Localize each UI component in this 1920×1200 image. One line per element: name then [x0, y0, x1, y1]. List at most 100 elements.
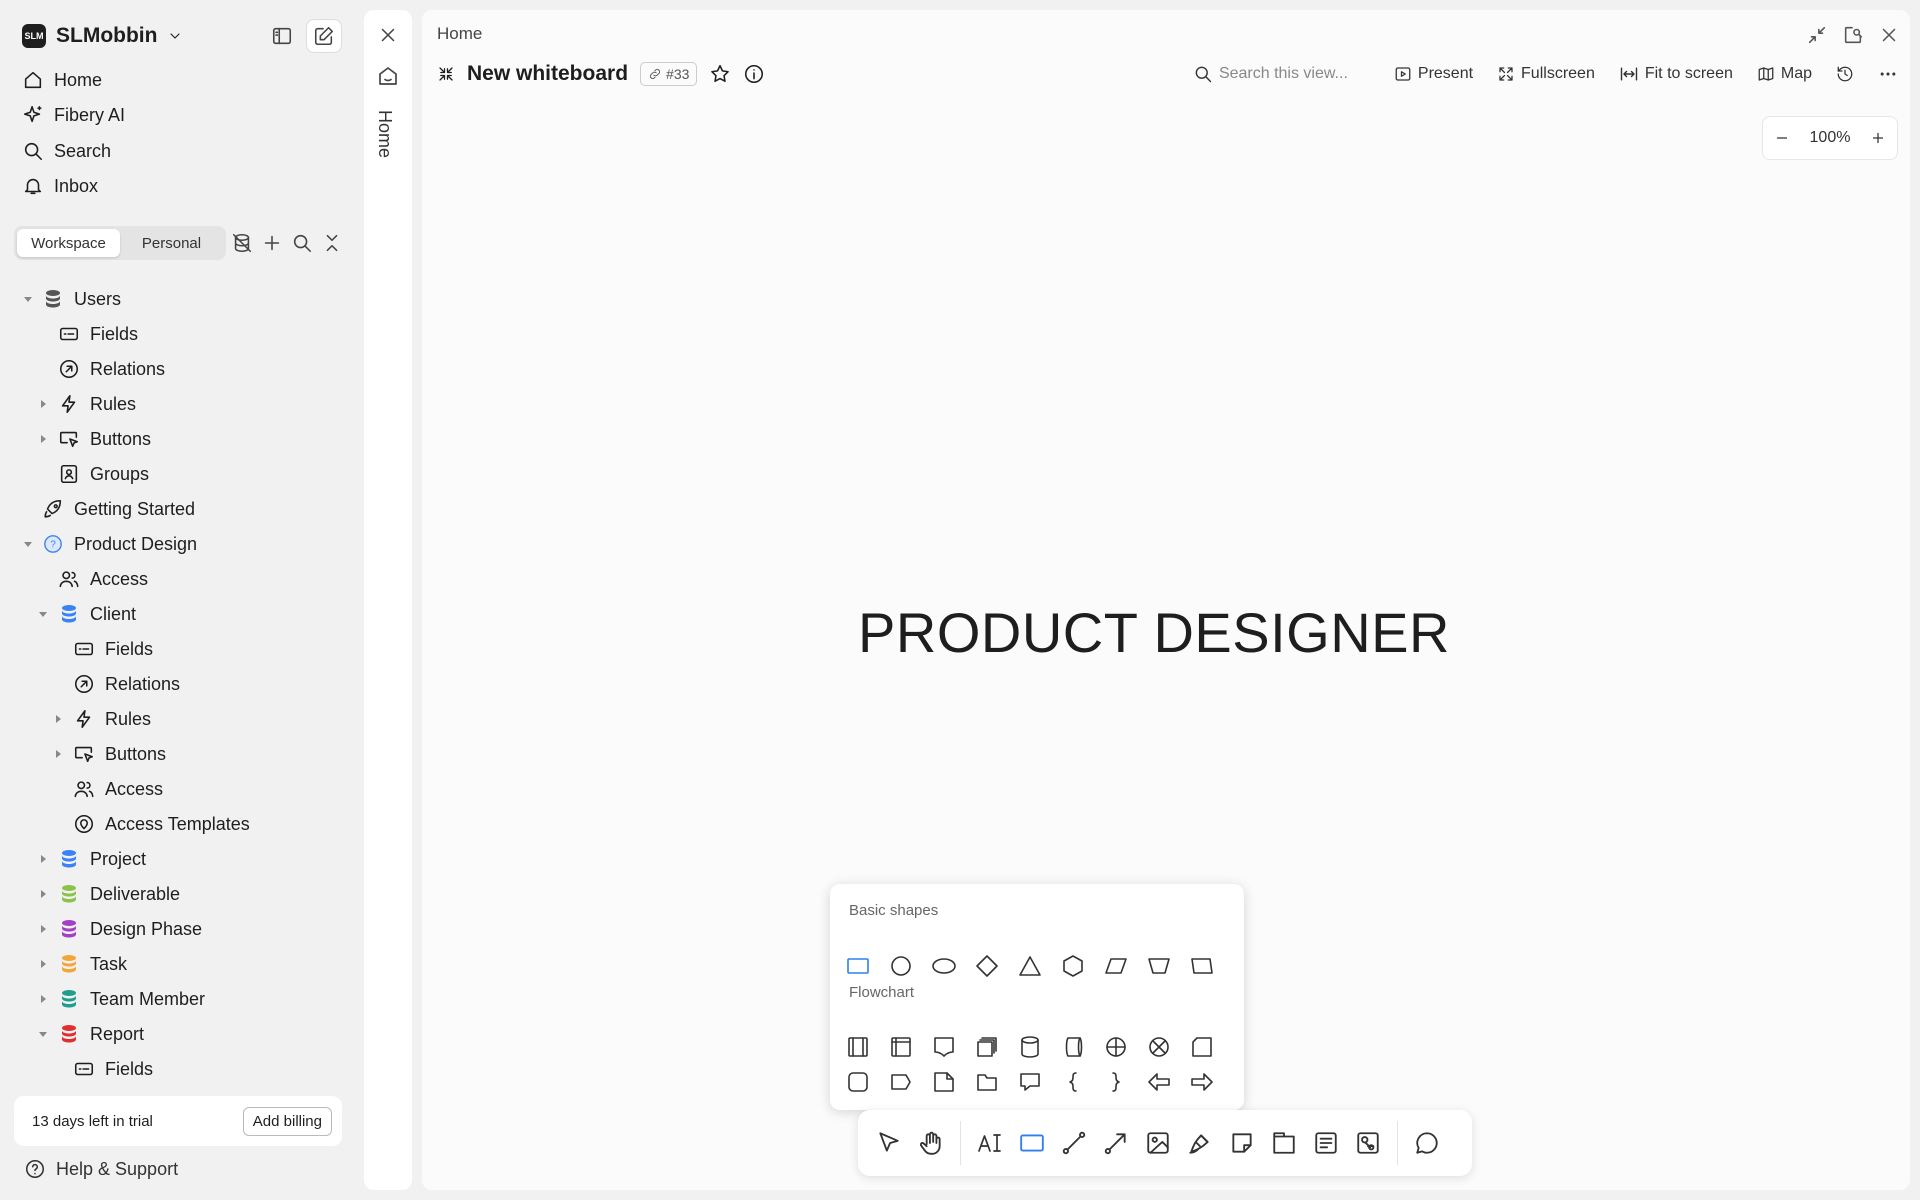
tree-item-getting-started[interactable]: Getting Started: [42, 492, 195, 526]
open-in-panel-icon[interactable]: [1842, 24, 1864, 46]
tree-item-fields[interactable]: Fields: [73, 632, 153, 666]
database-shape-icon[interactable]: [1014, 1031, 1046, 1063]
tree-item-rules[interactable]: Rules: [73, 702, 151, 736]
rounded-rectangle-icon[interactable]: [842, 1066, 874, 1098]
star-icon[interactable]: [709, 63, 731, 85]
hide-databases-button[interactable]: [231, 232, 253, 254]
sticky-note-tool-button[interactable]: [1222, 1121, 1262, 1165]
tree-item-report[interactable]: Report: [58, 1017, 144, 1051]
right-brace-icon[interactable]: [1100, 1066, 1132, 1098]
tree-item-groups[interactable]: Groups: [58, 457, 149, 491]
tree-item-project[interactable]: Project: [58, 842, 146, 876]
image-tool-button[interactable]: [1138, 1121, 1178, 1165]
frame-tool-button[interactable]: [1264, 1121, 1304, 1165]
caret-right-icon[interactable]: [38, 434, 48, 444]
breadcrumb[interactable]: Home: [437, 24, 482, 44]
nav-home[interactable]: Home: [22, 65, 102, 95]
tree-item-relations[interactable]: Relations: [73, 667, 180, 701]
fullscreen-button[interactable]: Fullscreen: [1497, 65, 1595, 83]
tree-item-design-phase[interactable]: Design Phase: [58, 912, 202, 946]
caret-right-icon[interactable]: [38, 994, 48, 1004]
view-search[interactable]: Search this view...: [1193, 64, 1370, 84]
speech-bubble-icon[interactable]: [1014, 1066, 1046, 1098]
tab-workspace[interactable]: Workspace: [17, 229, 120, 257]
tree-item-client[interactable]: Client: [58, 597, 136, 631]
tree-item-fields[interactable]: Fields: [58, 317, 138, 351]
toggle-sidebar-button[interactable]: [264, 19, 300, 53]
tree-item-users[interactable]: Users: [42, 282, 121, 316]
internal-storage-icon[interactable]: [885, 1031, 917, 1063]
canvas-text-element[interactable]: PRODUCT DESIGNER: [422, 600, 1826, 665]
fit-to-screen-button[interactable]: Fit to screen: [1619, 64, 1733, 84]
left-brace-icon[interactable]: [1057, 1066, 1089, 1098]
caret-down-icon[interactable]: [38, 609, 48, 619]
document-shape-icon[interactable]: [928, 1031, 960, 1063]
present-button[interactable]: Present: [1394, 65, 1473, 83]
trapezoid-shape-icon[interactable]: [1143, 950, 1175, 982]
tab-personal[interactable]: Personal: [120, 229, 223, 257]
display-shape-icon[interactable]: [885, 1066, 917, 1098]
more-icon[interactable]: [1878, 64, 1898, 84]
caret-right-icon[interactable]: [53, 714, 63, 724]
tree-item-team-member[interactable]: Team Member: [58, 982, 205, 1016]
widget-tool-button[interactable]: [1348, 1121, 1388, 1165]
card-tool-button[interactable]: [1306, 1121, 1346, 1165]
multi-document-icon[interactable]: [971, 1031, 1003, 1063]
home-panel-button[interactable]: [376, 64, 400, 88]
triangle-shape-icon[interactable]: [1014, 950, 1046, 982]
home-panel-label[interactable]: Home: [374, 110, 395, 158]
comment-tool-button[interactable]: [1407, 1121, 1447, 1165]
folder-shape-icon[interactable]: [971, 1066, 1003, 1098]
zoom-level[interactable]: 100%: [1810, 129, 1851, 147]
caret-right-icon[interactable]: [38, 889, 48, 899]
rectangle-shape-icon[interactable]: [842, 950, 874, 982]
collapse-all-button[interactable]: [321, 232, 343, 254]
caret-down-icon[interactable]: [38, 1029, 48, 1039]
arrow-tool-button[interactable]: [1096, 1121, 1136, 1165]
caret-right-icon[interactable]: [38, 854, 48, 864]
tree-item-relations[interactable]: Relations: [58, 352, 165, 386]
pen-tool-button[interactable]: [1180, 1121, 1220, 1165]
history-icon[interactable]: [1836, 65, 1854, 83]
tree-item-access[interactable]: Access: [73, 772, 163, 806]
page-title[interactable]: New whiteboard: [467, 62, 628, 86]
tree-item-fields[interactable]: Fields: [73, 1052, 153, 1082]
caret-down-icon[interactable]: [23, 539, 33, 549]
caret-right-icon[interactable]: [38, 924, 48, 934]
map-button[interactable]: Map: [1757, 65, 1812, 83]
tree-item-deliverable[interactable]: Deliverable: [58, 877, 180, 911]
skewed-rectangle-shape-icon[interactable]: [1186, 950, 1218, 982]
caret-right-icon[interactable]: [38, 399, 48, 409]
info-icon[interactable]: [743, 63, 765, 85]
tree-item-buttons[interactable]: Buttons: [58, 422, 151, 456]
right-arrow-shape-icon[interactable]: [1186, 1066, 1218, 1098]
tree-item-product-design[interactable]: ? Product Design: [42, 527, 197, 561]
close-panel-button[interactable]: [377, 24, 399, 46]
select-tool-button[interactable]: [869, 1121, 909, 1165]
shape-tool-button[interactable]: [1012, 1121, 1052, 1165]
or-junction-icon[interactable]: [1143, 1031, 1175, 1063]
zoom-in-icon[interactable]: [1869, 129, 1887, 147]
sidebar-search-button[interactable]: [291, 232, 313, 254]
line-tool-button[interactable]: [1054, 1121, 1094, 1165]
collapse-icon[interactable]: [1806, 24, 1828, 46]
help-support-link[interactable]: Help & Support: [24, 1158, 178, 1180]
nav-inbox[interactable]: Inbox: [22, 171, 98, 201]
close-icon[interactable]: [1878, 24, 1900, 46]
add-button[interactable]: [261, 232, 283, 254]
tree-item-task[interactable]: Task: [58, 947, 127, 981]
left-arrow-shape-icon[interactable]: [1143, 1066, 1175, 1098]
tree-item-access[interactable]: Access: [58, 562, 148, 596]
hand-tool-button[interactable]: [911, 1121, 951, 1165]
tree-item-access-templates[interactable]: Access Templates: [73, 807, 250, 841]
tree-item-buttons[interactable]: Buttons: [73, 737, 166, 771]
caret-down-icon[interactable]: [23, 294, 33, 304]
new-page-button[interactable]: [306, 19, 342, 53]
circle-shape-icon[interactable]: [885, 950, 917, 982]
caret-right-icon[interactable]: [53, 749, 63, 759]
stored-data-icon[interactable]: [1057, 1031, 1089, 1063]
summing-junction-icon[interactable]: [1100, 1031, 1132, 1063]
caret-right-icon[interactable]: [38, 959, 48, 969]
add-billing-button[interactable]: Add billing: [242, 1106, 332, 1136]
id-badge[interactable]: #33: [640, 62, 698, 86]
